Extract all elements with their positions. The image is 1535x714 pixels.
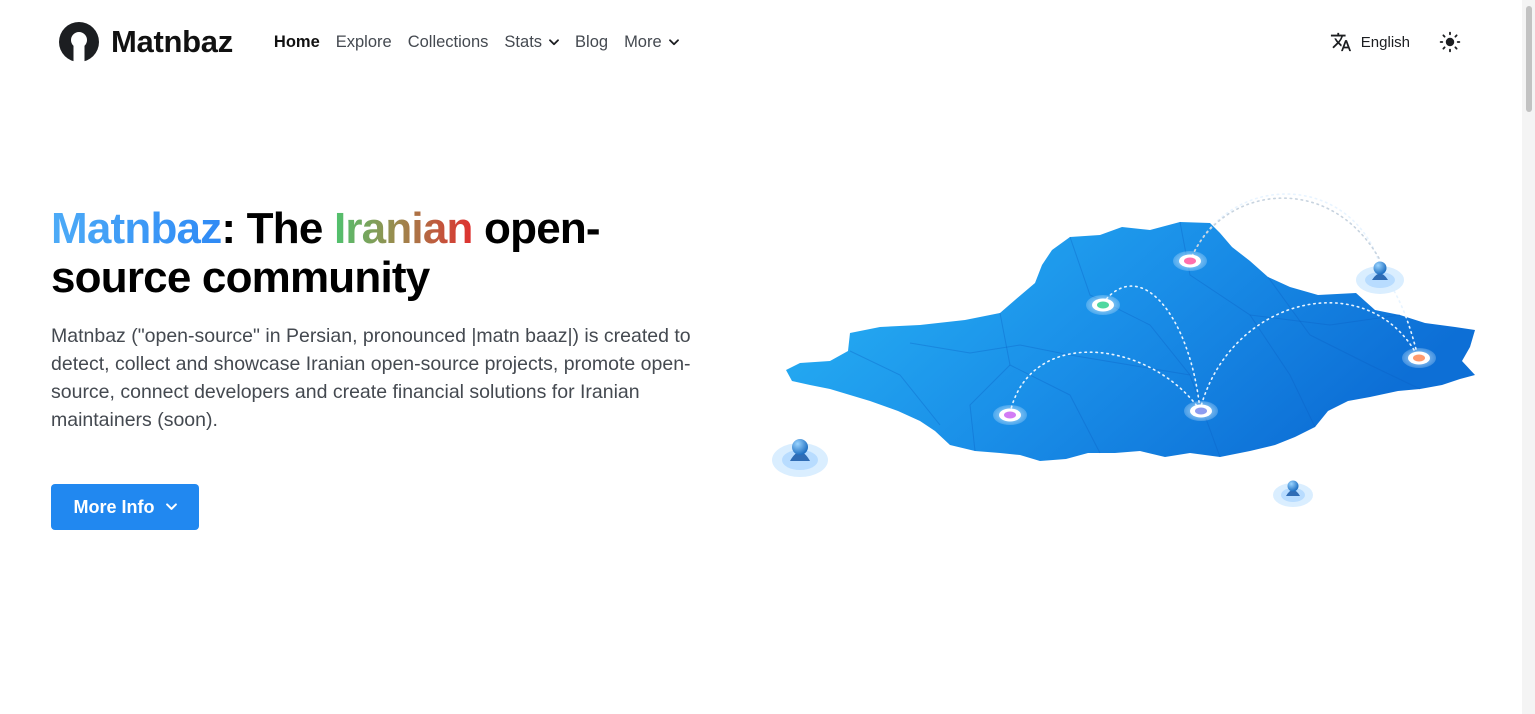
- map-pin-green: [1086, 295, 1120, 315]
- hero-title: Matnbaz: The Iranian open-source communi…: [51, 204, 691, 302]
- nav-collections[interactable]: Collections: [400, 33, 497, 52]
- more-info-label: More Info: [73, 496, 155, 517]
- nav-links: Home Explore Collections Stats Blog More: [266, 33, 687, 52]
- navbar: Matnbaz Home Explore Collections Stats B…: [0, 0, 1522, 84]
- user-pin-icon: [1273, 480, 1313, 507]
- user-pin-icon: [772, 439, 828, 477]
- nav-explore[interactable]: Explore: [328, 33, 400, 52]
- nav-stats-dropdown[interactable]: Stats: [496, 33, 567, 52]
- map-pin-orange: [1402, 348, 1436, 368]
- language-dropdown[interactable]: English: [1330, 31, 1410, 53]
- brand-link[interactable]: Matnbaz: [58, 21, 233, 63]
- hero-title-sep: : The: [221, 204, 334, 253]
- more-info-button[interactable]: More Info: [51, 484, 199, 530]
- navbar-right: English: [1330, 0, 1462, 84]
- hero-title-highlight: Iranian: [333, 204, 473, 253]
- nav-more-dropdown[interactable]: More: [616, 33, 687, 52]
- nav-stats-label: Stats: [504, 32, 543, 51]
- map-pin-blue: [1184, 401, 1218, 421]
- brand-name: Matnbaz: [111, 24, 233, 59]
- chevron-down-icon: [165, 503, 177, 510]
- iran-map-illustration: [772, 193, 1475, 507]
- matnbaz-logo-icon: [59, 22, 99, 63]
- nav-blog[interactable]: Blog: [567, 33, 616, 52]
- language-label: English: [1360, 33, 1410, 51]
- hero-description: Matnbaz ("open-source" in Persian, prono…: [51, 325, 691, 431]
- map-shape: [786, 222, 1475, 461]
- translate-icon: [1330, 32, 1351, 52]
- map-pin-violet: [993, 405, 1027, 425]
- chevron-down-icon: [668, 38, 679, 45]
- theme-toggle-button[interactable]: [1438, 30, 1462, 54]
- map-pin-pink: [1173, 251, 1207, 271]
- nav-home[interactable]: Home: [266, 33, 328, 52]
- nav-more-label: More: [624, 32, 662, 51]
- chevron-down-icon: [549, 38, 559, 45]
- page-scrollbar[interactable]: [1522, 0, 1535, 714]
- sun-icon: [1439, 31, 1461, 53]
- user-pin-icon: [1356, 261, 1404, 294]
- hero-title-brand: Matnbaz: [51, 204, 222, 253]
- scrollbar-thumb[interactable]: [1526, 6, 1532, 112]
